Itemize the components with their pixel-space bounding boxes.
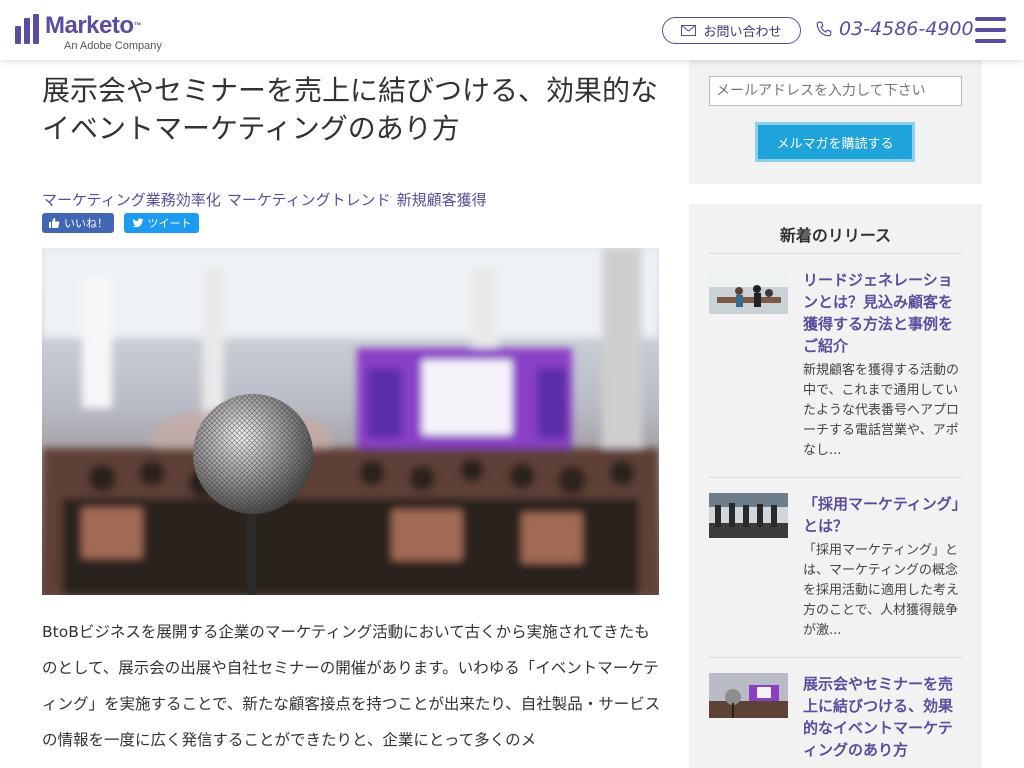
- release-description: 「採用マーケティング」とは、マーケティングの概念を採用活動に適用した考え方のこと…: [803, 543, 960, 638]
- contact-button-label: お問い合わせ: [703, 25, 782, 40]
- phone-link[interactable]: 03-4586-4900: [815, 18, 974, 40]
- thumbs-up-icon: [49, 218, 60, 228]
- release-title[interactable]: リードジェネレーションとは？見込み顧客を獲得する方法と事例をご紹介: [803, 269, 961, 357]
- release-item[interactable]: 「採用マーケティング」とは？ 「採用マーケティング」とは、マーケティングの概念を…: [709, 493, 962, 643]
- facebook-like-button[interactable]: いいね！: [42, 213, 114, 233]
- tag-link[interactable]: 新規顧客獲得: [397, 189, 487, 210]
- subscribe-button[interactable]: メルマガを購読する: [755, 122, 915, 162]
- tag-link[interactable]: マーケティングトレンド: [227, 189, 391, 210]
- logo-mark-icon: [15, 14, 39, 44]
- marketo-logo[interactable]: Marketo™ An Adobe Company: [15, 14, 162, 52]
- phone-number: 03-4586-4900: [839, 18, 974, 40]
- logo-wordmark: Marketo: [45, 12, 134, 39]
- article-tags: マーケティング業務効率化 マーケティングトレンド 新規顧客獲得: [42, 189, 487, 210]
- divider: [709, 657, 962, 658]
- release-item[interactable]: リードジェネレーションとは？見込み顧客を獲得する方法と事例をご紹介 新規顧客を獲…: [709, 269, 962, 469]
- logo-subtitle: An Adobe Company: [64, 40, 162, 52]
- twitter-bird-icon: [132, 218, 143, 228]
- hamburger-menu-icon[interactable]: [975, 17, 1006, 43]
- hero-image: [42, 248, 659, 595]
- release-item[interactable]: 展示会やセミナーを売上に結びつける、効果的なイベントマーケティングのあり方: [709, 673, 962, 768]
- logo-trademark: ™: [133, 21, 142, 30]
- new-releases-heading: 新着のリリース: [779, 226, 892, 245]
- article-body: BtoBビジネスを展開する企業のマーケティング活動において古くから実施されてきた…: [42, 623, 661, 749]
- release-thumbnail[interactable]: [709, 493, 788, 538]
- divider: [709, 253, 962, 254]
- contact-button[interactable]: お問い合わせ: [662, 17, 801, 44]
- email-input[interactable]: [709, 76, 962, 106]
- divider: [709, 477, 962, 478]
- tag-link[interactable]: マーケティング業務効率化: [42, 189, 221, 210]
- seminar-microphone-image: [42, 248, 659, 595]
- tweet-label: ツイート: [147, 217, 192, 230]
- phone-icon: [816, 21, 832, 37]
- release-thumbnail[interactable]: [709, 269, 788, 314]
- release-title[interactable]: 「採用マーケティング」とは？: [803, 493, 961, 537]
- like-label: いいね！: [64, 217, 108, 230]
- site-header: Marketo™ An Adobe Company お問い合わせ 03-4586…: [0, 0, 1024, 60]
- envelope-icon: [681, 25, 697, 36]
- article-title: 展示会やセミナーを売上に結びつける、効果的なイベントマーケティングのあり方: [42, 74, 659, 145]
- tweet-button[interactable]: ツイート: [124, 213, 199, 233]
- release-thumbnail[interactable]: [709, 673, 788, 718]
- social-buttons: いいね！ ツイート: [42, 213, 199, 233]
- release-title[interactable]: 展示会やセミナーを売上に結びつける、効果的なイベントマーケティングのあり方: [803, 673, 961, 761]
- release-description: 新規顧客を獲得する活動の中で、これまで通用していたような代表番号へアプローチする…: [803, 363, 960, 458]
